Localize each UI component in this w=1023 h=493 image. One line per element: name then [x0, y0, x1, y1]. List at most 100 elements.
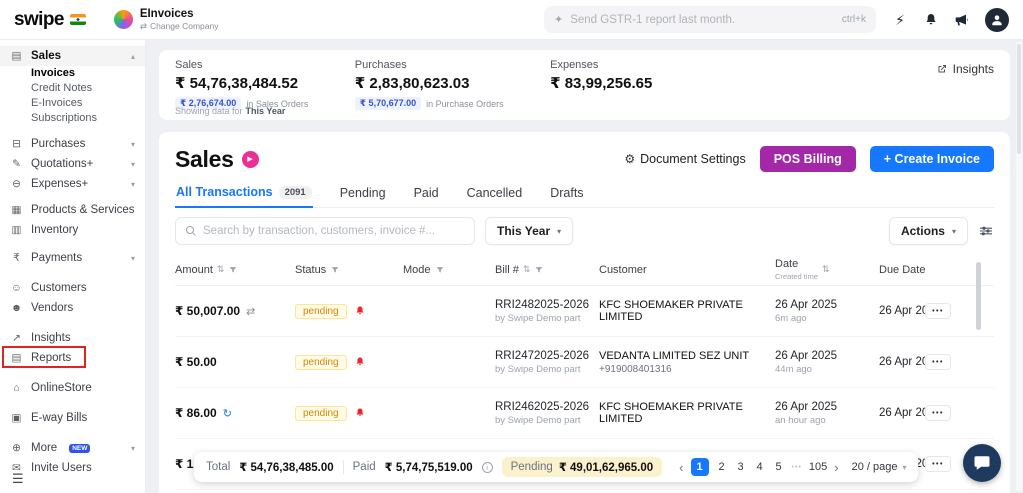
info-icon[interactable]: i: [481, 461, 493, 473]
pagination-ellipsis[interactable]: •••: [792, 464, 802, 471]
tab-all-transactions[interactable]: All Transactions 2091: [175, 180, 313, 208]
sidebar-subitem-e-invoices[interactable]: E-Invoices: [0, 96, 145, 111]
row-actions-button[interactable]: •••: [925, 456, 951, 472]
sidebar-item-payments[interactable]: ₹ Payments ▾: [0, 248, 145, 268]
page-scrollbar[interactable]: [1016, 42, 1022, 491]
sort-icon[interactable]: ⇅: [217, 264, 225, 275]
sidebar-item-label: Products & Services: [31, 204, 135, 216]
prev-page-button[interactable]: ‹: [679, 460, 683, 475]
quick-actions-zap-icon[interactable]: ⚡: [892, 12, 908, 28]
sidebar-item-reports[interactable]: ▤ Reports: [0, 346, 145, 368]
date-relative: an hour ago: [775, 414, 826, 426]
global-search-input[interactable]: [570, 13, 835, 26]
notifications-bell-icon[interactable]: [923, 12, 939, 28]
transaction-search-input[interactable]: [203, 225, 465, 237]
tab-drafts[interactable]: Drafts: [549, 180, 584, 207]
sidebar-item-insights[interactable]: ↗ Insights: [0, 328, 145, 348]
sidebar-item-eway-bills[interactable]: ▣ E-way Bills: [0, 408, 145, 428]
page-button-5[interactable]: 5: [773, 461, 785, 473]
column-date[interactable]: Date Created time ⇅: [775, 258, 879, 282]
page-button-2[interactable]: 2: [716, 461, 728, 473]
filter-funnel-icon[interactable]: [228, 265, 238, 275]
tutorial-play-icon[interactable]: ▶: [241, 150, 259, 168]
reminder-bell-icon[interactable]: [354, 305, 366, 317]
tab-count-badge: 2091: [278, 185, 312, 199]
sidebar-item-inventory[interactable]: ▥ Inventory: [0, 220, 145, 240]
sort-icon[interactable]: ⇅: [822, 264, 830, 275]
sidebar-item-vendors[interactable]: ☻ Vendors: [0, 298, 145, 318]
sidebar-item-more[interactable]: ⊕ More NEW ▾: [0, 438, 145, 458]
row-actions-button[interactable]: •••: [925, 303, 951, 319]
table-row[interactable]: ₹ 50.00 pending RRI2472025-2026 by Swipe…: [175, 337, 994, 388]
sidebar-item-purchases[interactable]: ⊟ Purchases ▾: [0, 134, 145, 154]
reminder-bell-icon[interactable]: [354, 407, 366, 419]
bill-cell[interactable]: RRI2482025-2026 by Swipe Demo part: [495, 299, 599, 324]
insights-link[interactable]: Insights: [936, 62, 994, 76]
pending-label: Pending: [510, 461, 553, 473]
change-company-link[interactable]: ⇄ Change Company: [140, 21, 219, 32]
bill-cell[interactable]: RRI2462025-2026 by Swipe Demo part: [495, 401, 599, 426]
column-status[interactable]: Status: [295, 264, 403, 276]
reminder-bell-icon[interactable]: [354, 356, 366, 368]
sidebar-subitem-invoices[interactable]: Invoices: [0, 66, 145, 81]
row-actions-button[interactable]: •••: [925, 354, 951, 370]
sidebar-item-quotations[interactable]: ✎ Quotations+ ▾: [0, 154, 145, 174]
filter-funnel-icon[interactable]: [330, 265, 340, 275]
customer-cell[interactable]: KFC SHOEMAKER PRIVATE LIMITED: [599, 299, 775, 323]
sidebar-item-products-services[interactable]: ▦ Products & Services: [0, 200, 145, 220]
next-page-button[interactable]: ›: [834, 460, 838, 475]
column-sublabel: Created time: [775, 271, 818, 281]
sparkle-icon: ✦: [554, 14, 564, 26]
summary-card: Sales ₹ 54,76,38,484.52 ₹ 2,76,674.00 in…: [159, 50, 1010, 120]
bill-author: by Swipe Demo part: [495, 414, 581, 426]
transaction-search[interactable]: [175, 217, 475, 245]
pos-billing-button[interactable]: POS Billing: [759, 146, 856, 172]
page-button-1[interactable]: 1: [690, 458, 709, 476]
tab-pending[interactable]: Pending: [339, 180, 387, 207]
sidebar-item-onlinestore[interactable]: ⌂ OnlineStore: [0, 378, 145, 398]
sidebar-collapse-icon[interactable]: ☰: [12, 471, 24, 487]
expenses-stat: Expenses ₹ 83,99,256.65: [550, 59, 652, 92]
user-avatar[interactable]: [985, 7, 1009, 32]
sidebar-item-customers[interactable]: ☺ Customers: [0, 278, 145, 298]
column-settings-icon[interactable]: [978, 223, 994, 239]
column-due-date[interactable]: Due Date: [879, 264, 925, 276]
filter-funnel-icon[interactable]: [534, 265, 544, 275]
sidebar-subitem-subscriptions[interactable]: Subscriptions: [0, 111, 145, 126]
sidebar-subitem-credit-notes[interactable]: Credit Notes: [0, 81, 145, 96]
bill-cell[interactable]: RRI2472025-2026 by Swipe Demo part: [495, 350, 599, 375]
announcements-megaphone-icon[interactable]: [954, 12, 970, 28]
chat-widget-button[interactable]: [963, 444, 1001, 482]
sidebar-item-sales[interactable]: ▤ Sales ▴: [0, 46, 145, 66]
insights-link-label: Insights: [952, 62, 994, 76]
chevron-down-icon: ▾: [130, 139, 135, 149]
tab-cancelled[interactable]: Cancelled: [466, 180, 524, 207]
tab-paid[interactable]: Paid: [413, 180, 440, 207]
customer-cell[interactable]: VEDANTA LIMITED SEZ UNIT +919008401316: [599, 350, 775, 375]
customer-cell[interactable]: KFC SHOEMAKER PRIVATE LIMITED: [599, 401, 775, 425]
column-amount[interactable]: Amount ⇅: [175, 264, 295, 276]
global-search[interactable]: ✦ ctrl+k: [544, 6, 876, 33]
table-row[interactable]: ₹ 86.00 ↻ pending RRI2462025-2026 by Swi…: [175, 388, 994, 439]
products-icon: ▦: [11, 204, 22, 216]
filter-funnel-icon[interactable]: [435, 265, 445, 275]
column-mode[interactable]: Mode: [403, 264, 495, 276]
table-row[interactable]: ₹ 50,007.00 ⇄ pending RRI2482025-2026 by…: [175, 286, 994, 337]
sales-stat: Sales ₹ 54,76,38,484.52 ₹ 2,76,674.00 in…: [175, 59, 308, 110]
page-button-3[interactable]: 3: [735, 461, 747, 473]
table-scrollbar-thumb[interactable]: [976, 262, 981, 330]
page-button-last[interactable]: 105: [809, 461, 827, 473]
page-size-select[interactable]: 20 / page ▾: [852, 461, 907, 473]
sort-icon[interactable]: ⇅: [523, 264, 531, 275]
swipe-logo[interactable]: swipe: [14, 9, 86, 31]
create-invoice-button[interactable]: + Create Invoice: [869, 146, 994, 172]
column-customer[interactable]: Customer: [599, 264, 775, 276]
document-settings-button[interactable]: ⚙ Document Settings: [624, 152, 745, 166]
company-switcher[interactable]: EInvoices ⇄ Change Company: [113, 8, 219, 32]
sidebar-item-expenses[interactable]: ⊖ Expenses+ ▾: [0, 174, 145, 194]
period-filter-dropdown[interactable]: This Year ▾: [485, 217, 574, 245]
column-bill[interactable]: Bill # ⇅: [495, 264, 599, 276]
page-button-4[interactable]: 4: [754, 461, 766, 473]
row-actions-button[interactable]: •••: [925, 405, 951, 421]
actions-dropdown[interactable]: Actions ▾: [888, 217, 968, 245]
